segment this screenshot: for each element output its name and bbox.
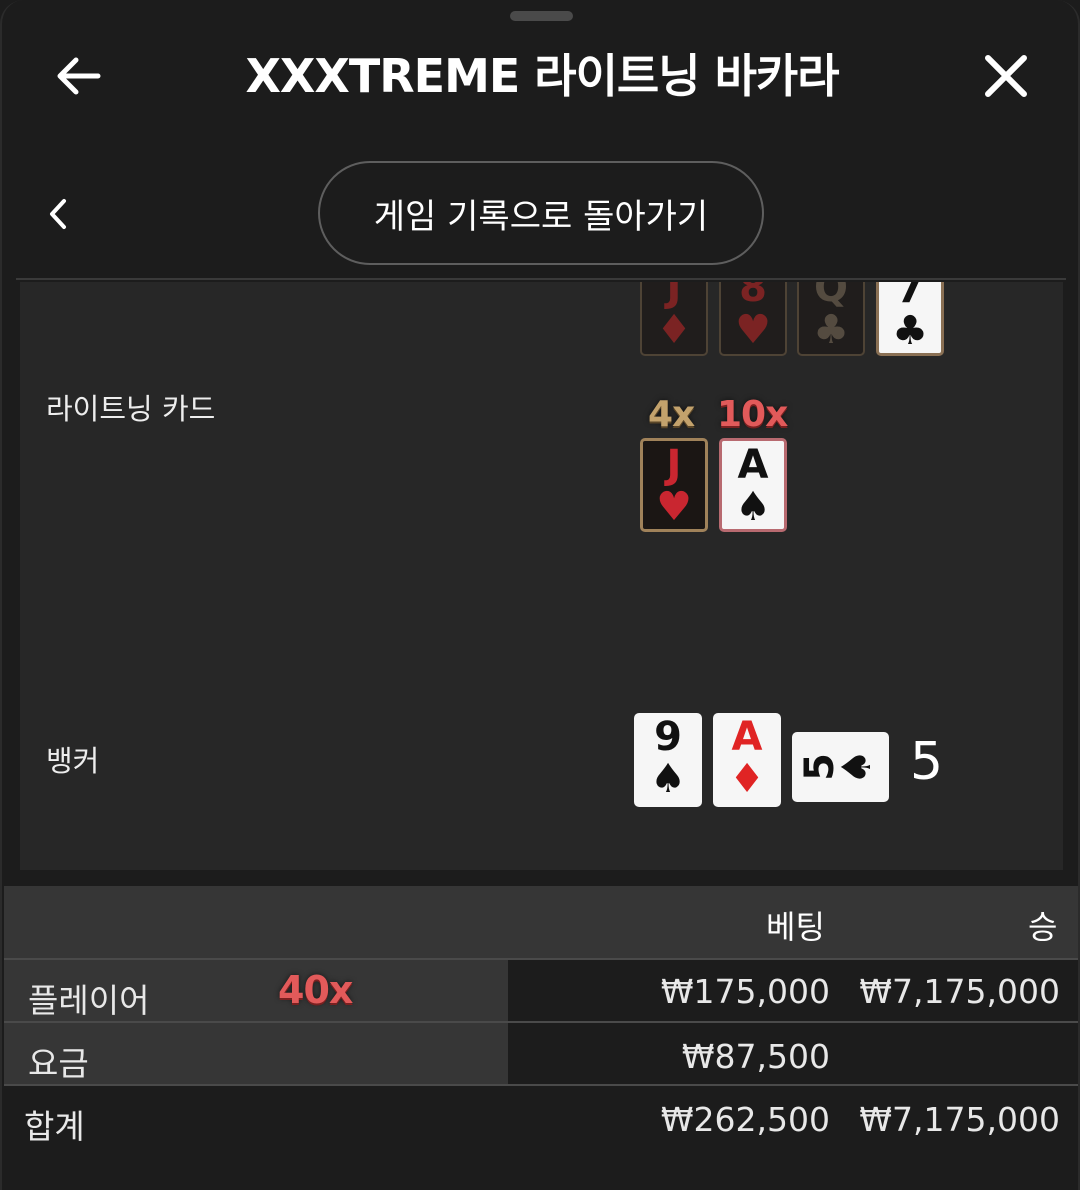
row-win-amount: ₩7,175,000 bbox=[859, 1100, 1060, 1139]
header: XXXTREME 라이트닝 바카라 bbox=[2, 30, 1078, 120]
player-card: J ♦ bbox=[640, 282, 708, 356]
row-name: 합계 bbox=[24, 1107, 85, 1146]
club-suit-icon: ♣ bbox=[813, 307, 849, 353]
bets-table: 베팅 승 플레이어 40x ₩175,000 ₩7,175,000 요금 ₩87… bbox=[4, 886, 1078, 1190]
chevron-left-icon[interactable] bbox=[46, 197, 70, 231]
round-result-area: J ♦ 8 ♥ Q ♣ 7 ♣ 라이트닝 카드 4x 10x J ♥ A ♠ 뱅… bbox=[20, 282, 1063, 870]
row-bet-amount: ₩262,500 bbox=[660, 1100, 830, 1139]
sub-navigation: 게임 기록으로 돌아가기 bbox=[16, 140, 1066, 280]
page-title: XXXTREME 라이트닝 바카라 bbox=[245, 49, 839, 103]
back-arrow-icon[interactable] bbox=[54, 54, 102, 98]
column-header-bet: 베팅 bbox=[766, 908, 825, 946]
player-multiplier: 40x bbox=[278, 968, 353, 1012]
heart-suit-icon: ♥ bbox=[656, 484, 692, 530]
table-row-total: 합계 ₩262,500 ₩7,175,000 bbox=[4, 1084, 1078, 1190]
heart-suit-icon: ♥ bbox=[735, 307, 771, 353]
spade-suit-icon: ♠ bbox=[650, 756, 686, 802]
banker-score: 5 bbox=[910, 732, 944, 792]
table-row: 요금 ₩87,500 bbox=[4, 1021, 1078, 1086]
lightning-card: J ♥ bbox=[640, 438, 708, 532]
back-to-game-history-button[interactable]: 게임 기록으로 돌아가기 bbox=[318, 161, 764, 265]
player-card: Q ♣ bbox=[797, 282, 865, 356]
player-card: 7 ♣ bbox=[876, 282, 944, 356]
diamond-suit-icon: ♦ bbox=[656, 307, 692, 353]
row-name: 플레이어 bbox=[28, 981, 150, 1020]
lightning-multiplier: 4x bbox=[648, 394, 695, 435]
drag-handle[interactable] bbox=[510, 11, 573, 21]
banker-card: A ♦ bbox=[713, 713, 781, 807]
column-header-win: 승 bbox=[1028, 908, 1058, 946]
player-card: 8 ♥ bbox=[719, 282, 787, 356]
lightning-cards-label: 라이트닝 카드 bbox=[46, 392, 216, 426]
banker-card: 9 ♠ bbox=[634, 713, 702, 807]
club-suit-icon: ♣ bbox=[892, 308, 928, 354]
banker-card-sideways: 5 ♠ bbox=[792, 732, 889, 802]
lightning-card: A ♠ bbox=[719, 438, 787, 532]
row-bet-amount: ₩87,500 bbox=[681, 1037, 830, 1076]
spade-suit-icon: ♠ bbox=[834, 749, 881, 785]
table-header: 베팅 승 bbox=[4, 886, 1078, 958]
close-icon[interactable] bbox=[982, 54, 1030, 98]
spade-suit-icon: ♠ bbox=[735, 484, 771, 530]
banker-label: 뱅커 bbox=[46, 744, 100, 778]
diamond-suit-icon: ♦ bbox=[729, 756, 765, 802]
row-win-amount: ₩7,175,000 bbox=[859, 972, 1060, 1011]
table-row: 플레이어 40x ₩175,000 ₩7,175,000 bbox=[4, 958, 1078, 1023]
game-history-panel: XXXTREME 라이트닝 바카라 게임 기록으로 돌아가기 J ♦ 8 ♥ Q… bbox=[0, 0, 1080, 1190]
row-bet-amount: ₩175,000 bbox=[660, 972, 830, 1011]
row-name: 요금 bbox=[28, 1044, 89, 1083]
lightning-multiplier: 10x bbox=[717, 394, 788, 435]
